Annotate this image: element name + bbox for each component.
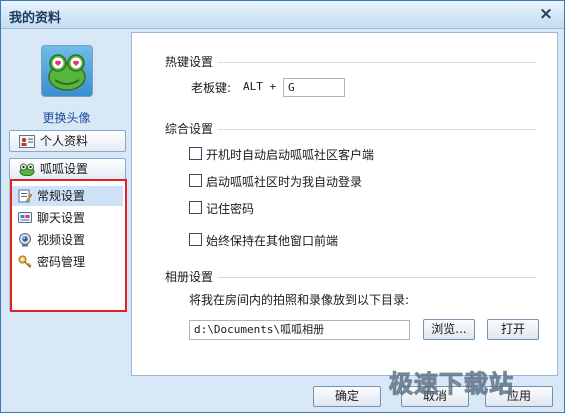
subnav-video-settings-label: 视频设置 [37, 233, 86, 247]
nav-profile-label: 个人资料 [40, 134, 89, 148]
hotkey-section-title: 热键设置 [165, 55, 214, 69]
autologin-checkbox[interactable] [189, 174, 202, 187]
subnav-password-management-label: 密码管理 [37, 255, 86, 269]
close-button[interactable]: × [536, 4, 556, 24]
avatar[interactable] [41, 45, 93, 97]
always-on-top-label: 始终保持在其他窗口前端 [206, 234, 339, 248]
general-settings-icon [18, 189, 32, 203]
window-title: 我的资料 [9, 11, 62, 26]
close-icon[interactable]: × [539, 4, 553, 24]
ok-button[interactable]: 确定 [313, 386, 381, 407]
frog-icon [19, 163, 35, 176]
album-section-divider [218, 277, 536, 278]
boss-key-label: 老板键: [191, 81, 232, 95]
open-button[interactable]: 打开 [487, 319, 539, 340]
hotkey-section-divider [218, 62, 536, 63]
video-settings-icon [19, 233, 31, 247]
subnav-general-settings[interactable]: 常规设置 [12, 186, 123, 206]
remember-password-label: 记住密码 [206, 202, 255, 216]
apply-button[interactable]: 应用 [485, 386, 553, 407]
sidebar: 更换头像 个人资料 呱呱设置 常规设置 聊天设置 视频设置 密码管理 [3, 31, 130, 376]
always-on-top-checkbox[interactable] [189, 233, 202, 246]
settings-panel: 热键设置 老板键: ALT + G 综合设置 开机时自动启动呱呱社区客户端 启动… [131, 32, 558, 376]
general-section-title: 综合设置 [165, 122, 214, 136]
change-avatar-link[interactable]: 更换头像 [3, 109, 130, 126]
nav-profile-button[interactable]: 个人资料 [9, 130, 126, 152]
autostart-checkbox[interactable] [189, 147, 202, 160]
title-bar[interactable]: 我的资料 × [1, 1, 564, 29]
boss-key-input[interactable]: G [283, 78, 345, 97]
album-description: 将我在房间内的拍照和录像放到以下目录: [189, 293, 410, 307]
hotkey-modifier: ALT + [243, 80, 277, 93]
album-path-input[interactable]: d:\Documents\呱呱相册 [189, 320, 410, 340]
cancel-button[interactable]: 取消 [401, 386, 469, 407]
settings-subnav: 常规设置 聊天设置 视频设置 密码管理 [9, 179, 126, 311]
general-section-divider [218, 129, 536, 130]
subnav-video-settings[interactable]: 视频设置 [12, 230, 123, 250]
subnav-general-settings-label: 常规设置 [37, 189, 86, 203]
frog-avatar-icon [48, 54, 86, 91]
settings-window: 我的资料 × 更换头像 个人资料 呱呱设置 常规设置 聊天设置 视频设置 密码管… [0, 0, 565, 413]
browse-button[interactable]: 浏览... [423, 319, 475, 340]
nav-guagua-settings-button[interactable]: 呱呱设置 [9, 158, 126, 180]
subnav-chat-settings-label: 聊天设置 [37, 211, 86, 225]
album-section-title: 相册设置 [165, 270, 214, 284]
remember-password-checkbox[interactable] [189, 201, 202, 214]
autologin-label: 启动呱呱社区时为我自动登录 [206, 175, 363, 189]
key-icon [18, 255, 32, 269]
subnav-chat-settings[interactable]: 聊天设置 [12, 208, 123, 228]
profile-card-icon [19, 135, 35, 148]
autostart-label: 开机时自动启动呱呱社区客户端 [206, 148, 375, 162]
dialog-footer: 确定 取消 应用 [1, 378, 564, 412]
nav-guagua-settings-label: 呱呱设置 [40, 162, 89, 176]
subnav-password-management[interactable]: 密码管理 [12, 252, 123, 272]
chat-settings-icon [18, 212, 32, 223]
